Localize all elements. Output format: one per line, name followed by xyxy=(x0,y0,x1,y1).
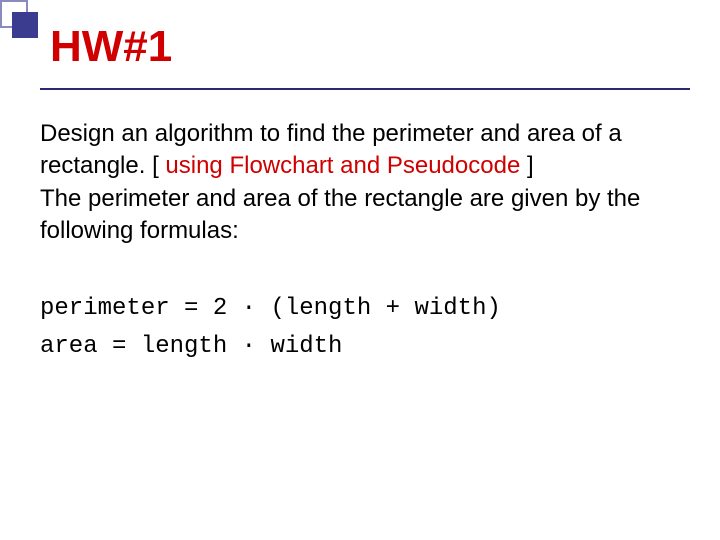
formula-area: area = length · width xyxy=(40,328,680,366)
formula-perimeter: perimeter = 2 · (length + width) xyxy=(40,290,680,328)
slide-body: Design an algorithm to find the perimete… xyxy=(40,118,680,366)
title-underline xyxy=(40,88,690,90)
slide-title: HW#1 xyxy=(50,22,172,72)
problem-highlight: using Flowchart and Pseudocode xyxy=(165,152,520,179)
formulas-block: perimeter = 2 · (length + width) area = … xyxy=(40,290,680,367)
problem-text-b: ] xyxy=(520,152,533,179)
decor-solid-square xyxy=(12,12,38,38)
paragraph-formulas-intro: The perimeter and area of the rectangle … xyxy=(40,183,680,248)
paragraph-problem: Design an algorithm to find the perimete… xyxy=(40,118,680,183)
